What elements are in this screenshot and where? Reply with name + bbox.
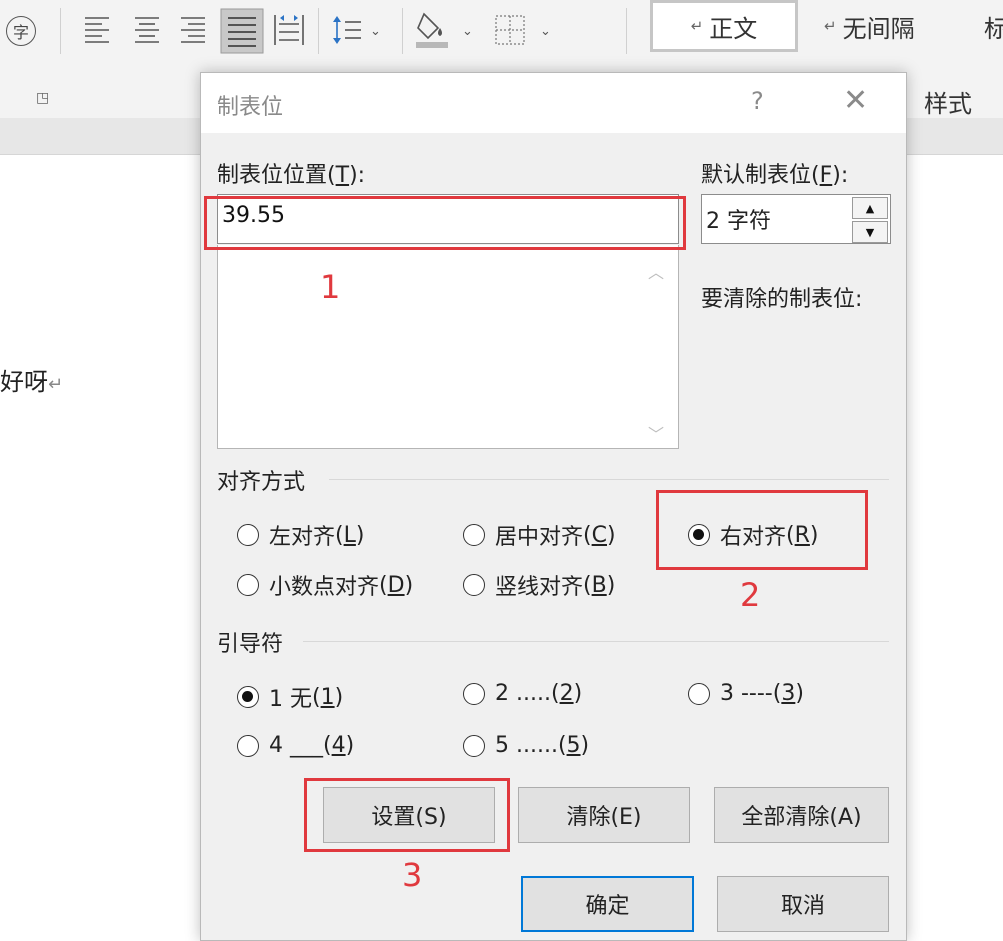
enclose-character-glyph: 字 <box>12 23 29 42</box>
annotation-number-2: 2 <box>740 576 761 614</box>
help-icon[interactable]: ? <box>751 87 764 115</box>
align-left-radio[interactable]: 左对齐(L) <box>237 519 364 551</box>
clear-all-button[interactable]: 全部清除(A) <box>714 787 889 843</box>
radio-circle <box>688 682 710 705</box>
leader-middle-dots-radio[interactable]: 5 ......(5) <box>463 733 589 758</box>
dialog-titlebar[interactable]: 制表位 ? ✕ <box>201 73 906 133</box>
spin-up-button[interactable]: ▲ <box>852 197 888 219</box>
dialog-title: 制表位 <box>217 95 284 120</box>
scroll-down-icon[interactable]: ﹀ <box>648 421 664 445</box>
radio-circle-checked <box>237 686 259 708</box>
borders-icon[interactable] <box>494 14 526 46</box>
styles-group-label: 样式 <box>924 90 972 118</box>
tab-position-label: 制表位位置(T): <box>217 163 366 188</box>
distributed-icon[interactable] <box>272 12 306 48</box>
cancel-button[interactable]: 取消 <box>717 876 889 932</box>
styles-gallery: ↵ 正文 ↵ 无间隔 标 <box>646 0 1003 60</box>
ribbon-separator <box>60 8 61 54</box>
ribbon-separator <box>626 8 627 54</box>
document-text[interactable]: 好呀↵ <box>0 362 63 397</box>
default-tab-label: 默认制表位(F): <box>701 163 849 188</box>
align-decimal-radio[interactable]: 小数点对齐(D) <box>237 569 413 601</box>
style-no-spacing-label: 无间隔 <box>842 14 915 43</box>
align-bar-radio[interactable]: 竖线对齐(B) <box>463 569 615 601</box>
leader-dots-radio[interactable]: 2 .....(2) <box>463 681 582 706</box>
radio-circle <box>463 524 485 546</box>
radio-circle <box>237 524 259 546</box>
tabs-to-clear-label: 要清除的制表位: <box>701 287 863 312</box>
line-spacing-icon[interactable] <box>330 12 364 48</box>
clear-button[interactable]: 清除(E) <box>518 787 690 843</box>
align-center-radio[interactable]: 居中对齐(C) <box>463 519 616 551</box>
paragraph-mark-icon: ↵ <box>48 374 64 395</box>
group-divider <box>303 641 889 642</box>
radio-circle <box>463 734 485 757</box>
align-right-icon[interactable] <box>178 12 208 46</box>
style-normal-label: 正文 <box>709 14 758 43</box>
style-next-label: 标 <box>984 14 1003 43</box>
close-icon[interactable]: ✕ <box>843 83 868 118</box>
chevron-down-icon[interactable]: ⌄ <box>540 24 551 39</box>
tab-stop-list[interactable] <box>217 245 679 449</box>
enclose-character-button[interactable]: 字 <box>6 16 36 46</box>
annotation-number-1: 1 <box>320 268 341 306</box>
annotation-box-1 <box>204 196 686 250</box>
chevron-down-icon[interactable]: ⌄ <box>370 24 381 39</box>
style-no-spacing[interactable]: ↵ 无间隔 <box>824 0 915 52</box>
alignment-group-label: 对齐方式 <box>217 470 306 495</box>
document-text-content: 好呀 <box>0 368 48 396</box>
group-divider <box>329 479 889 480</box>
style-next[interactable]: 标 <box>984 0 1003 52</box>
annotation-number-3: 3 <box>402 856 423 894</box>
justify-icon[interactable] <box>220 8 264 54</box>
ok-button[interactable]: 确定 <box>521 876 694 932</box>
align-left-icon[interactable] <box>82 12 112 46</box>
align-center-icon[interactable] <box>132 12 162 46</box>
dialog-launcher-icon[interactable]: ◳ <box>36 90 49 106</box>
default-tab-value: 2 字符 <box>706 209 771 234</box>
default-tab-spinner: ▲ ▼ <box>852 197 888 243</box>
radio-circle <box>237 574 259 596</box>
chevron-down-icon[interactable]: ⌄ <box>462 24 473 39</box>
annotation-box-3 <box>304 778 510 852</box>
paragraph-mark-icon: ↵ <box>690 17 704 35</box>
annotation-box-2 <box>656 490 868 570</box>
leader-dashes-radio[interactable]: 3 ----(3) <box>688 681 804 706</box>
scroll-up-icon[interactable]: ︿ <box>648 259 664 283</box>
ribbon-separator <box>402 8 403 54</box>
leader-none-radio[interactable]: 1 无(1) <box>237 681 343 713</box>
leader-group-label: 引导符 <box>217 632 284 657</box>
ribbon-separator <box>318 8 319 54</box>
radio-circle <box>463 682 485 705</box>
style-normal[interactable]: ↵ 正文 <box>650 0 798 52</box>
radio-circle <box>237 734 259 757</box>
spin-down-button[interactable]: ▼ <box>852 221 888 243</box>
shading-icon[interactable] <box>414 10 450 50</box>
leader-underline-radio[interactable]: 4 ___(4) <box>237 733 354 758</box>
radio-circle <box>463 574 485 596</box>
paragraph-mark-icon: ↵ <box>824 17 837 35</box>
